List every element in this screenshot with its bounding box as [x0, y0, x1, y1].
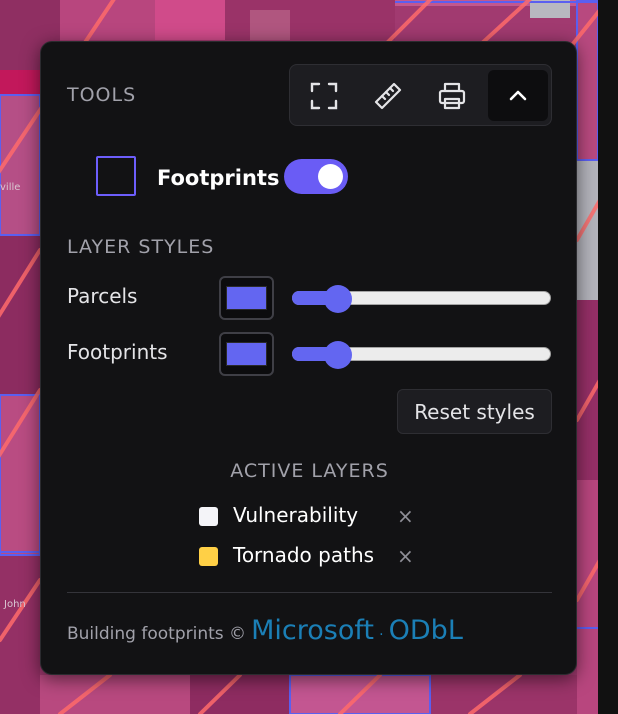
- microsoft-link[interactable]: Microsoft: [251, 615, 374, 646]
- measure-button[interactable]: [358, 70, 418, 121]
- color-swatch: [226, 342, 267, 366]
- layer-styles-title: LAYER STYLES: [67, 236, 215, 258]
- map-label-john: John: [3, 599, 26, 610]
- footprints-swatch: [96, 156, 136, 196]
- active-layer-item: Vulnerability ×: [199, 502, 439, 530]
- footprints-toggle-label: Footprints: [157, 166, 280, 190]
- collapse-button[interactable]: [488, 70, 548, 121]
- chevron-up-icon: [509, 90, 527, 100]
- slider-thumb[interactable]: [324, 341, 353, 369]
- layer-name: Vulnerability: [233, 503, 359, 527]
- color-swatch: [226, 286, 267, 310]
- active-layers-title: ACTIVE LAYERS: [230, 460, 389, 482]
- print-button[interactable]: [422, 70, 482, 121]
- printer-icon: [438, 82, 466, 109]
- parcels-color-picker[interactable]: [219, 276, 274, 320]
- fullscreen-button[interactable]: [294, 70, 354, 121]
- odbl-link[interactable]: ODbL: [389, 615, 463, 646]
- footprints-color-picker[interactable]: [219, 332, 274, 376]
- map-label-ville: ville: [0, 182, 20, 193]
- tools-toolbar: [289, 64, 552, 126]
- tools-panel: TOOLS Footprints LAYER STYLES Parcels Fo…: [40, 41, 577, 675]
- reset-styles-button[interactable]: Reset styles: [397, 389, 552, 434]
- map-edge: [598, 0, 618, 714]
- footprints-opacity-slider[interactable]: [292, 341, 551, 369]
- divider: [67, 592, 552, 593]
- layer-style-row-parcels: Parcels: [67, 276, 557, 320]
- layer-style-label: Parcels: [67, 284, 138, 308]
- layer-color-swatch: [199, 547, 218, 566]
- tools-title: TOOLS: [67, 84, 137, 106]
- footprints-row: Footprints: [96, 156, 396, 198]
- slider-thumb[interactable]: [324, 285, 353, 313]
- remove-layer-button[interactable]: ×: [397, 504, 414, 528]
- layer-name: Tornado paths: [233, 543, 375, 567]
- attribution-separator: ·: [379, 627, 384, 643]
- active-layer-item: Tornado paths ×: [199, 542, 439, 570]
- footprints-toggle[interactable]: [284, 159, 348, 194]
- attribution-text: Building footprints ©: [67, 624, 247, 644]
- remove-layer-button[interactable]: ×: [397, 544, 414, 568]
- ruler-icon: [374, 82, 402, 109]
- toggle-knob: [318, 164, 343, 189]
- layer-style-row-footprints: Footprints: [67, 332, 557, 376]
- parcels-opacity-slider[interactable]: [292, 285, 551, 313]
- layer-style-label: Footprints: [67, 340, 168, 364]
- attribution: Building footprints © Microsoft · ODbL: [67, 615, 463, 646]
- layer-color-swatch: [199, 507, 218, 526]
- fullscreen-icon: [310, 82, 338, 109]
